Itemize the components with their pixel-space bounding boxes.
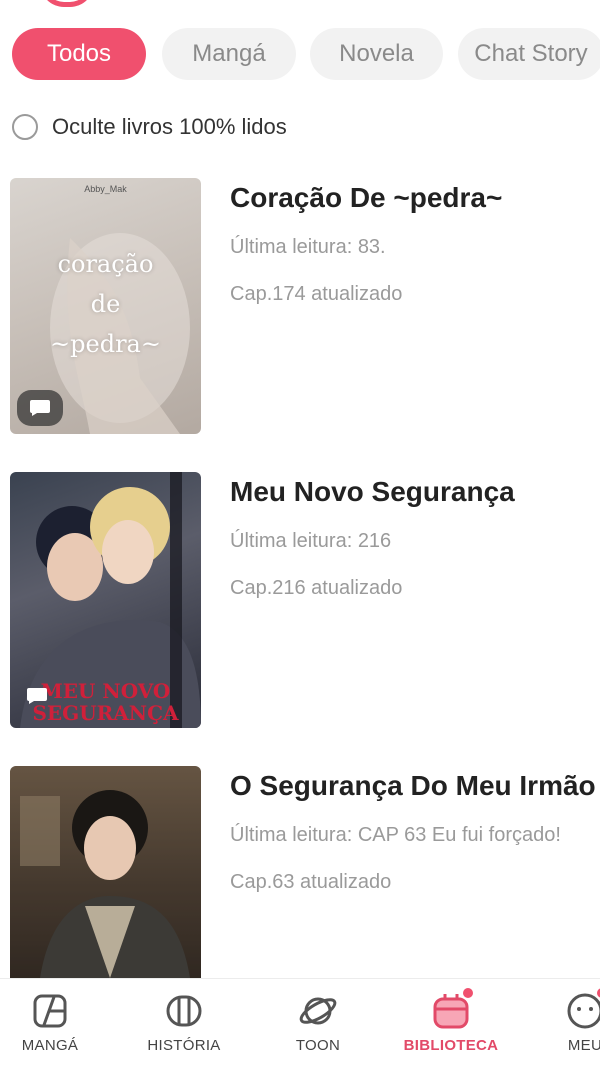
nav-label: HISTÓRIA [147,1037,221,1054]
book-item[interactable]: Abby_Mak coração de ~pedra~ Coração De ~pe… [10,178,600,434]
book-item[interactable]: O Segurança Do Meu Irmão Última leitura:… [10,766,600,978]
manga-icon [30,991,70,1031]
last-read: Última leitura: 216 [230,530,392,552]
story-book-icon [164,991,204,1031]
book-cover[interactable]: Abby_Mak coração de ~pedra~ [10,178,201,434]
category-tabs: Todos Mangá Novela Chat Story [12,28,600,82]
tab-todos[interactable]: Todos [12,28,146,80]
nav-label: BIBLIOTECA [403,1037,499,1054]
hide-read-radio[interactable] [12,114,38,140]
cover-author: Abby_Mak [84,184,127,194]
book-title[interactable]: O Segurança Do Meu Irmão [230,770,600,802]
planet-icon [298,991,338,1031]
book-item[interactable]: MEU NOVO SEGURANÇA Meu Novo Segurança Últ… [10,472,600,728]
profile-face-icon [565,988,600,1031]
nav-toon[interactable]: TOON [263,991,373,1054]
library-box-icon [431,988,473,1031]
chapter-updated: Cap.63 atualizado [230,871,392,893]
last-read: Última leitura: CAP 63 Eu fui forçado! [230,824,561,846]
nav-historia[interactable]: HISTÓRIA [129,991,239,1054]
book-cover[interactable]: MEU NOVO SEGURANÇA [10,472,201,728]
hide-read-filter[interactable]: Oculte livros 100% lidos [12,112,287,142]
nav-label: MEU [567,1037,600,1054]
last-read: Última leitura: 83. [230,236,386,258]
chat-bubble-icon [17,390,63,426]
tab-chat-story[interactable]: Chat Story [458,28,600,80]
nav-label: TOON [295,1037,341,1054]
nav-biblioteca[interactable]: BIBLIOTECA [396,988,506,1054]
chat-bubble-icon [22,678,52,714]
nav-label: MANGÁ [21,1037,79,1054]
book-title[interactable]: Meu Novo Segurança [230,476,600,508]
chapter-updated: Cap.216 atualizado [230,577,403,599]
cover-character-art [10,766,201,978]
chapter-updated: Cap.174 atualizado [230,283,403,305]
cover-title-art: coração de ~pedra~ [50,250,161,358]
notification-dot [463,988,473,998]
book-title[interactable]: Coração De ~pedra~ [230,182,600,214]
tab-manga[interactable]: Mangá [162,28,296,80]
hide-read-label: Oculte livros 100% lidos [52,114,287,139]
bottom-navigation: MANGÁ HISTÓRIA TOON BIBLIOTECA MEU [0,978,600,1067]
nav-meu[interactable]: MEU [530,988,600,1054]
top-decoration-arc [40,0,94,7]
nav-manga[interactable]: MANGÁ [0,991,105,1054]
book-cover[interactable] [10,766,201,978]
tab-novela[interactable]: Novela [310,28,443,80]
